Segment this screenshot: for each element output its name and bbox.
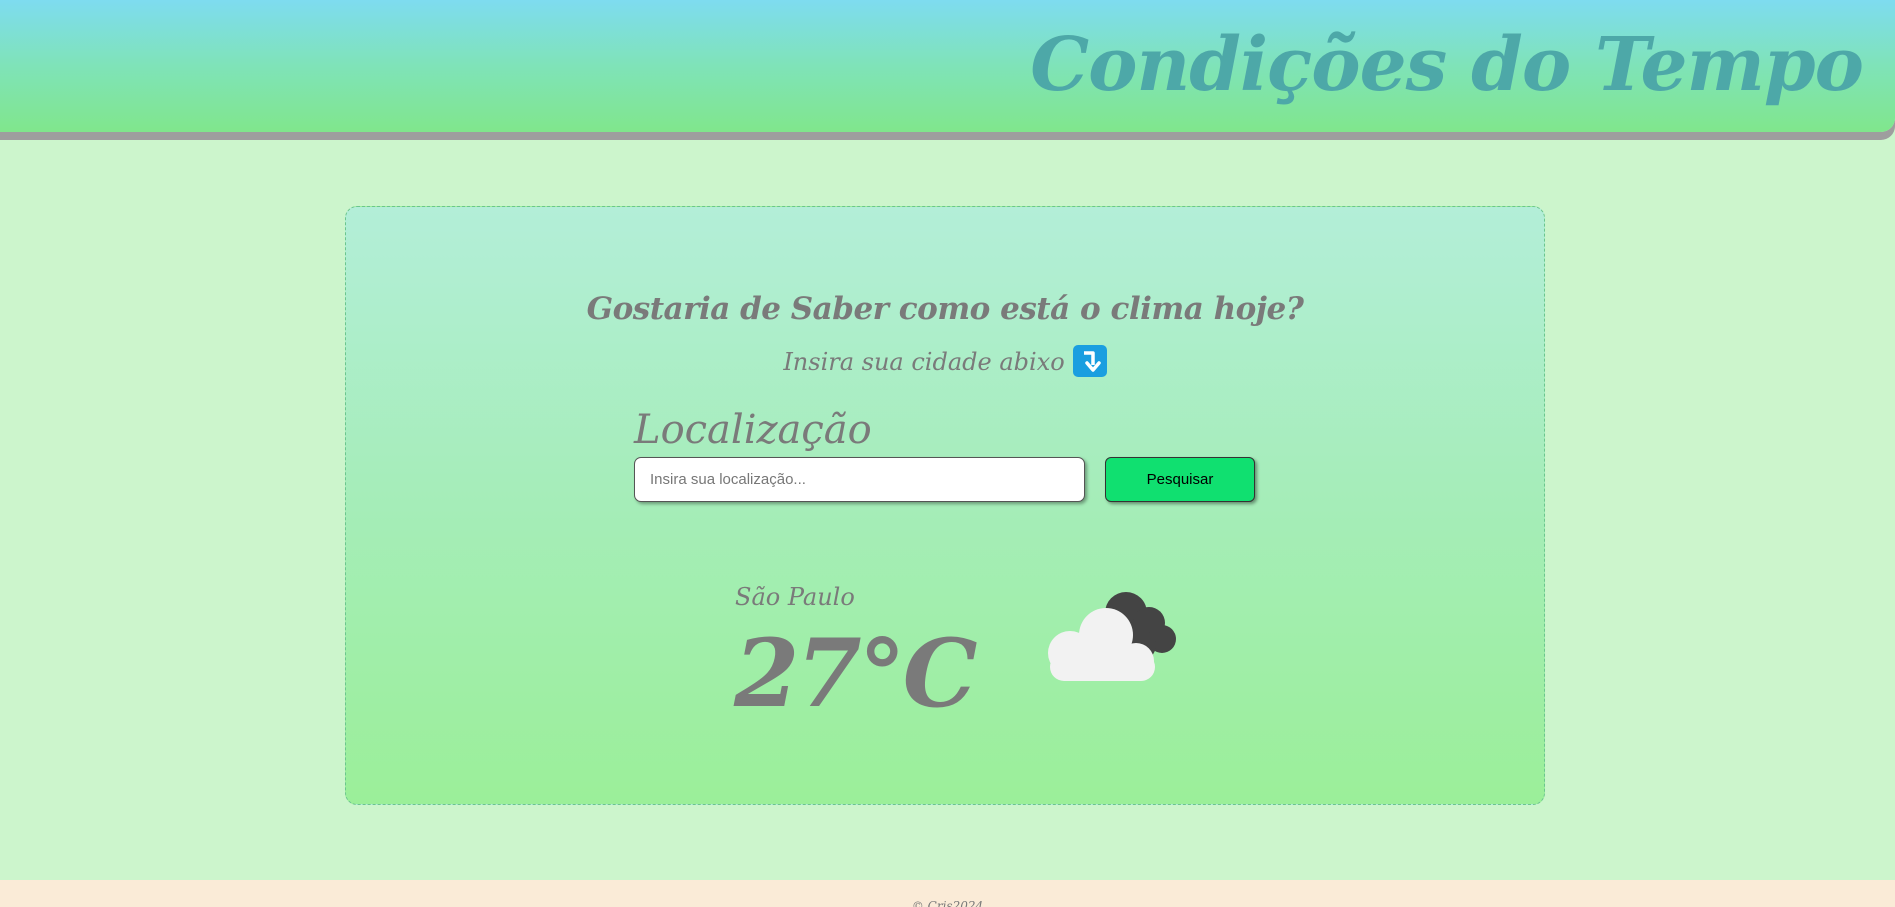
city-name: São Paulo: [735, 583, 855, 611]
page-footer: © Cris2024: [0, 880, 1895, 907]
weather-question: Gostaria de Saber como está o clima hoje…: [586, 291, 1304, 327]
page-title: Condições do Tempo: [1030, 22, 1864, 108]
search-button[interactable]: Pesquisar: [1105, 457, 1255, 502]
search-instruction: Insira sua cidade abixo: [346, 345, 1544, 377]
weather-card: Gostaria de Saber como está o clima hoje…: [345, 206, 1545, 805]
temperature-value: 27°C: [734, 619, 978, 729]
location-search-input[interactable]: [634, 457, 1085, 502]
cloudy-icon: [1036, 587, 1186, 687]
location-label: Localização: [634, 407, 872, 453]
instruction-text: Insira sua cidade abixo: [783, 348, 1065, 376]
down-arrow-icon: [1072, 345, 1107, 377]
copyright-text: © Cris2024: [911, 899, 984, 907]
page-header: Condições do Tempo: [0, 0, 1895, 132]
